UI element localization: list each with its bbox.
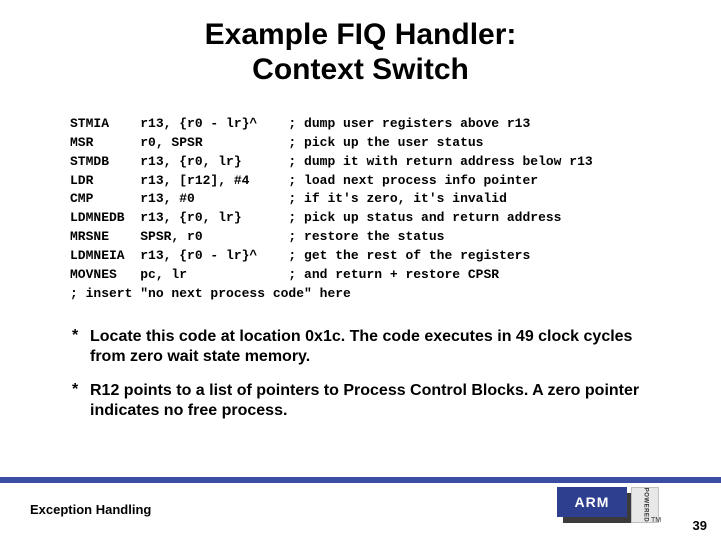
title-line-1: Example FIQ Handler: [205,18,517,51]
page-number: 39 [693,518,707,533]
bullet-list: * Locate this code at location 0x1c. The… [72,327,649,421]
logo-text: ARM [575,494,610,510]
trademark: TM [651,517,661,524]
slide-title: Example FIQ Handler: Context Switch [0,0,721,87]
title-line-2: Context Switch [252,53,469,86]
bullet-marker: * [72,381,90,421]
bullet-text: Locate this code at location 0x1c. The c… [90,327,649,367]
powered-text: POWERED [642,488,648,523]
footer-label: Exception Handling [30,502,151,517]
logo-box: ARM [557,487,627,517]
footer-divider [0,477,721,483]
bullet-item: * R12 points to a list of pointers to Pr… [72,381,649,421]
bullet-item: * Locate this code at location 0x1c. The… [72,327,649,367]
arm-logo: ARM POWERED TM [557,487,661,531]
bullet-text: R12 points to a list of pointers to Proc… [90,381,649,421]
code-block: STMIA r13, {r0 - lr}^ ; dump user regist… [70,115,721,303]
bullet-marker: * [72,327,90,367]
